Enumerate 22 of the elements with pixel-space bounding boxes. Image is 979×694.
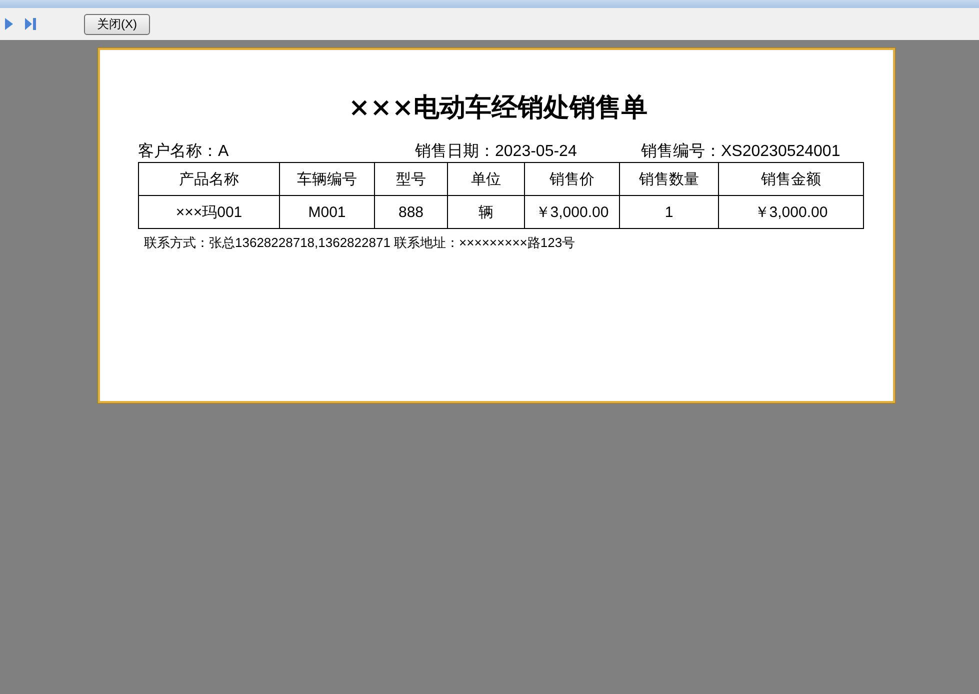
skip-to-end-icon[interactable] <box>25 18 36 30</box>
table-cell: M001 <box>280 196 374 228</box>
report-title: ×××电动车经销处销售单 <box>347 92 649 125</box>
close-button[interactable]: 关闭(X) <box>84 14 150 34</box>
column-header: 产品名称 <box>138 162 280 196</box>
info-field: 客户名称：A <box>138 141 415 162</box>
table-cell: ×××玛001 <box>138 196 280 228</box>
info-field: 销售编号：XS20230524001 <box>641 141 840 162</box>
column-header: 销售金额 <box>718 162 864 196</box>
column-header: 单位 <box>448 162 524 196</box>
column-header: 型号 <box>374 162 448 196</box>
table-cell: 1 <box>620 196 718 228</box>
table-cell: ￥3,000.00 <box>718 196 864 228</box>
contact-info: 联系方式：张总13628228718,1362822871 联系地址：×××××××××路123号 <box>143 234 576 252</box>
column-header: 销售价 <box>524 162 620 196</box>
table-cell: ￥3,000.00 <box>524 196 620 228</box>
column-header: 车辆编号 <box>280 162 374 196</box>
table-cell: 辆 <box>448 196 524 228</box>
column-header: 销售数量 <box>620 162 718 196</box>
table-cell: 888 <box>374 196 448 228</box>
play-icon[interactable] <box>5 18 13 30</box>
info-field: 销售日期：2023-05-24 <box>415 141 641 162</box>
